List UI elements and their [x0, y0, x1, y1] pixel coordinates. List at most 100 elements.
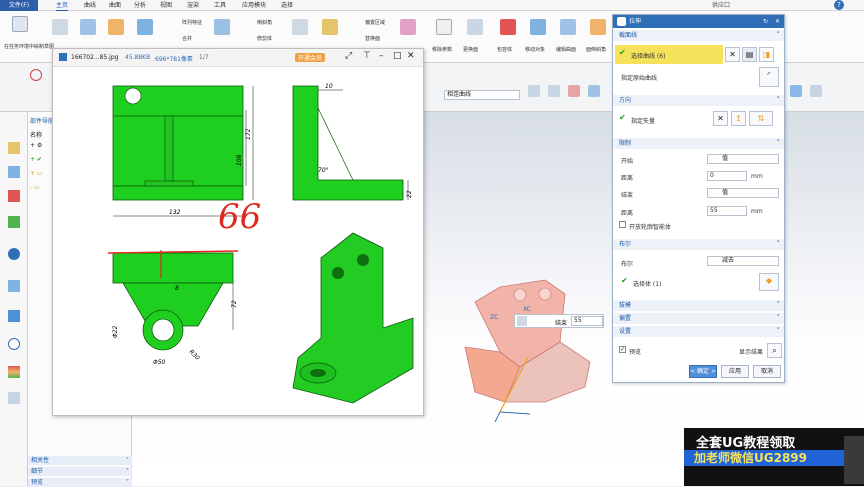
curve-rule-icon[interactable]	[528, 85, 540, 97]
section-settings[interactable]: 设置 ˅	[613, 326, 784, 337]
replace-face-btn[interactable]: 更换面	[463, 46, 478, 53]
menu-render[interactable]: 渲染	[187, 1, 199, 10]
extrude-icon[interactable]	[80, 19, 96, 35]
help-icon[interactable]: ?	[834, 0, 844, 10]
assembly-nav-icon[interactable]	[8, 166, 20, 178]
sync-icon[interactable]	[322, 19, 338, 35]
process-studio-icon[interactable]	[8, 310, 20, 322]
reset-icon[interactable]: ↻	[763, 15, 768, 28]
nav-dependencies[interactable]: 相关性 ˅	[28, 456, 132, 465]
nav-details[interactable]: 细节 ˅	[28, 467, 132, 476]
start-option-select[interactable]: 值	[707, 154, 779, 164]
origin-curve-icon[interactable]: ◜	[759, 67, 779, 87]
part-navigator-icon[interactable]	[8, 142, 20, 154]
curve-icon[interactable]: ▤	[742, 47, 757, 62]
image-viewer-window[interactable]: 166702...85.jpg 45.88KB 696*781像素 1/7 开通…	[52, 48, 424, 416]
web-browser-icon[interactable]	[8, 248, 20, 260]
bounding-body[interactable]: 包容体	[497, 46, 512, 53]
shade-icon[interactable]	[790, 85, 802, 97]
datum-icon[interactable]	[52, 19, 68, 35]
chamfer[interactable]: 倒斜角	[257, 19, 272, 26]
sketch-section-icon[interactable]: ✕	[725, 47, 740, 62]
search-field[interactable]: 供应口	[712, 1, 730, 10]
menu-analysis[interactable]: 分析	[134, 1, 146, 10]
menu-apps[interactable]: 应用模块	[242, 1, 266, 10]
section-boolean[interactable]: 布尔 ˄	[613, 239, 784, 250]
pin-icon[interactable]: ⊤	[363, 51, 371, 61]
remove-param[interactable]: 移除参数	[432, 46, 452, 53]
sketch-icon[interactable]	[12, 16, 28, 32]
menu-home[interactable]: 主页	[56, 1, 69, 11]
menu-curve[interactable]: 曲线	[84, 1, 96, 10]
move-object-icon[interactable]	[530, 19, 546, 35]
nav-tree-item[interactable]: + ⚙	[30, 142, 42, 149]
file-menu[interactable]: 文件(F)	[0, 0, 38, 11]
unite[interactable]: 合并	[182, 35, 192, 42]
nav-tree-item-check[interactable]: + ✔	[30, 156, 42, 163]
extrude-dialog[interactable]: 拉伸 ↻ ✕ 截面线 ˄ ✔ 选择曲线 (6) ✕ ▤ ◨ 指定原始曲线 ◜ 方向…	[612, 14, 785, 383]
nav-tree-item-folder[interactable]: + ▭	[30, 170, 43, 177]
pattern-feature[interactable]: 阵列特征	[182, 19, 202, 26]
face-chamfer-icon[interactable]	[590, 19, 606, 35]
menu-select[interactable]: 选择	[281, 1, 293, 10]
replace-face-icon[interactable]	[467, 19, 483, 35]
boolean-select[interactable]: 减去	[707, 256, 779, 266]
close-icon[interactable]: ✕	[407, 51, 415, 61]
start-distance-input[interactable]: 0	[707, 171, 747, 181]
maximize-icon[interactable]: □	[393, 51, 402, 61]
menu-tools[interactable]: 工具	[214, 1, 226, 10]
render-style-icon[interactable]	[810, 85, 822, 97]
replace-face[interactable]: 替换面	[365, 35, 380, 42]
nav-tree-item-folder2[interactable]: - ▭	[30, 184, 40, 191]
profile-icon[interactable]: ◨	[759, 47, 774, 62]
cancel-button[interactable]: 取消	[753, 365, 781, 378]
end-option-select[interactable]: 值	[707, 188, 779, 198]
bounding-body-icon[interactable]	[500, 19, 516, 35]
move-object[interactable]: 移动对象	[525, 46, 545, 53]
role-icon[interactable]	[8, 392, 20, 404]
shell-icon[interactable]	[214, 19, 230, 35]
section-direction[interactable]: 方向 ˄	[613, 95, 784, 106]
reverse-direction-icon[interactable]: ✕	[713, 111, 728, 126]
palette-icon[interactable]	[8, 366, 20, 378]
filter-select[interactable]: 相连曲线	[444, 90, 520, 100]
view-icon[interactable]	[588, 85, 600, 97]
end-distance-input[interactable]: 55	[707, 206, 747, 216]
edit-surface-icon[interactable]	[560, 19, 576, 35]
reuse-library-icon[interactable]	[8, 216, 20, 228]
move-face-icon[interactable]	[400, 19, 416, 35]
constraint-nav-icon[interactable]	[8, 190, 20, 202]
tip-input[interactable]: 55	[571, 316, 603, 326]
face-chamfer[interactable]: 面倒斜角	[586, 46, 606, 53]
snap-icon[interactable]	[30, 69, 42, 81]
clock-icon[interactable]	[8, 338, 20, 350]
section-profile[interactable]: 截面线 ˄	[613, 30, 784, 41]
member-button[interactable]: 开通会员	[295, 53, 326, 62]
close-icon[interactable]: ✕	[775, 15, 780, 28]
fullscreen-icon[interactable]: ⤢	[345, 51, 352, 61]
history-icon[interactable]	[8, 280, 20, 292]
section-offset[interactable]: 偏置 ˅	[613, 313, 784, 324]
body-icon[interactable]: ◆	[759, 273, 779, 291]
open-profile-checkbox[interactable]	[619, 221, 626, 228]
section-limits[interactable]: 限制 ˄	[613, 138, 784, 149]
split-icon[interactable]	[292, 19, 308, 35]
minimize-icon[interactable]: –	[379, 51, 384, 61]
remove-param-icon[interactable]	[436, 19, 452, 35]
vector-dialog-icon[interactable]: ↥	[731, 111, 746, 126]
section-draft[interactable]: 拔模 ˅	[613, 300, 784, 311]
ok-button[interactable]: < 确定 >	[689, 365, 717, 378]
magnifier-icon[interactable]: ⌕	[767, 343, 782, 358]
apply-button[interactable]: 应用	[721, 365, 749, 378]
menu-surface[interactable]: 曲面	[109, 1, 121, 10]
offset-region[interactable]: 偏置区域	[365, 19, 385, 26]
tangent-icon[interactable]	[548, 85, 560, 97]
preview-checkbox[interactable]: ✓	[619, 346, 626, 353]
hole-icon[interactable]	[108, 19, 124, 35]
end-distance-tip[interactable]: 结束 55	[514, 314, 604, 328]
block-icon[interactable]	[137, 19, 153, 35]
vector-dropdown-icon[interactable]: ⇅	[749, 111, 773, 126]
select-curve-row[interactable]: ✔ 选择曲线 (6)	[615, 45, 723, 64]
edit-surface[interactable]: 编辑曲面	[556, 46, 576, 53]
trim-body[interactable]: 修剪体	[257, 35, 272, 42]
